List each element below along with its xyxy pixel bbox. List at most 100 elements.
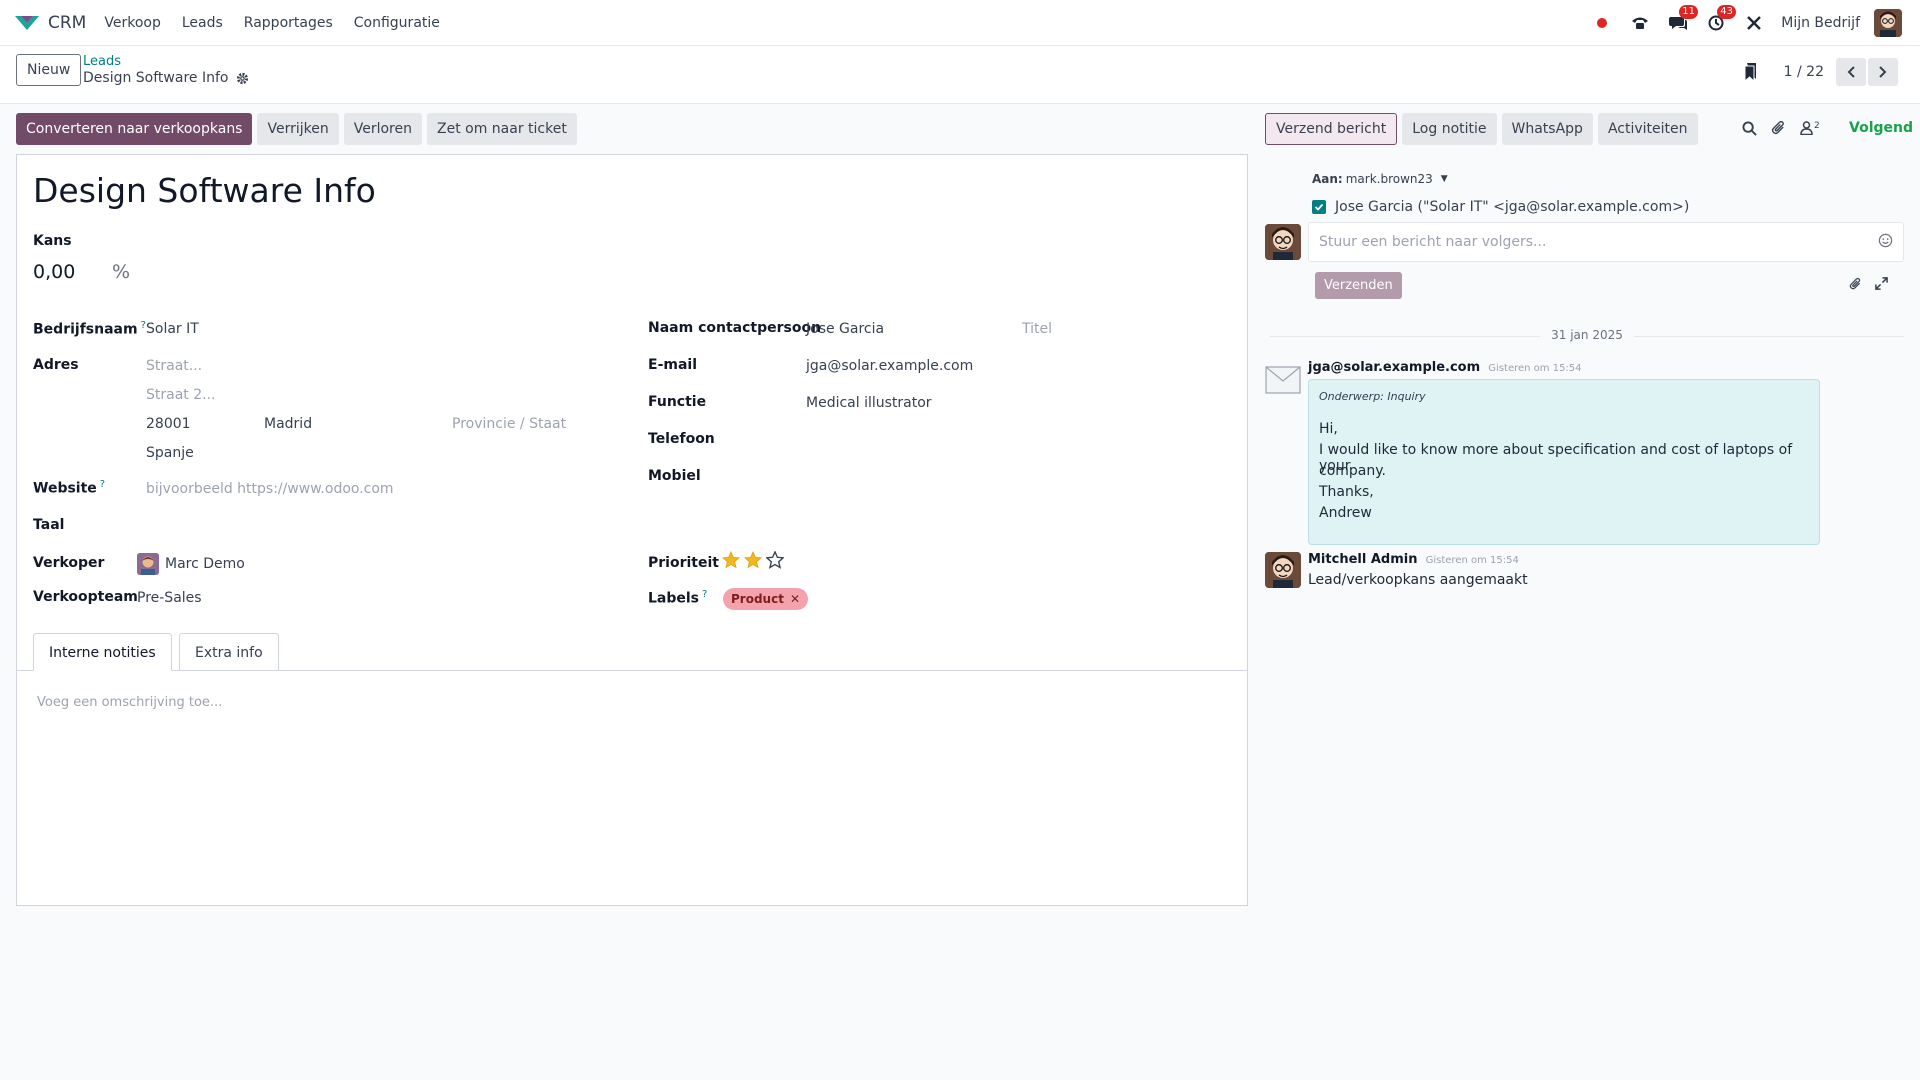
statusbar-buttons: Converteren naar verkoopkans Verrijken V…: [16, 113, 582, 145]
street-input[interactable]: Straat...: [146, 358, 202, 374]
message-line: Thanks,: [1319, 484, 1374, 500]
salesperson-label: Verkoper: [33, 555, 105, 571]
email-label: E-mail: [648, 357, 698, 373]
composer-avatar: [1265, 224, 1301, 260]
lost-button[interactable]: Verloren: [343, 113, 422, 145]
priority-widget: [722, 551, 788, 569]
message-author[interactable]: jga@solar.example.com: [1308, 360, 1480, 375]
message-header: Mitchell Admin Gisteren om 15:54: [1308, 552, 1519, 567]
menu-item-rapportages[interactable]: Rapportages: [244, 15, 333, 31]
new-button[interactable]: Nieuw: [16, 54, 82, 86]
email-field[interactable]: jga@solar.example.com: [806, 358, 973, 374]
company-name-field[interactable]: Solar IT: [146, 321, 199, 337]
gear-icon[interactable]: [236, 72, 249, 85]
record-indicator-icon[interactable]: [1591, 12, 1613, 34]
pager-next-button[interactable]: [1868, 58, 1898, 86]
tab-internal-notes[interactable]: Interne notities: [33, 633, 172, 671]
zip-input[interactable]: 28001: [146, 416, 191, 432]
tools-icon[interactable]: [1743, 12, 1765, 34]
message-subject: Onderwerp: Inquiry: [1319, 390, 1426, 403]
message-author[interactable]: Mitchell Admin: [1308, 552, 1417, 567]
help-tooltip-icon[interactable]: ?: [100, 479, 105, 490]
message-line: company.: [1319, 463, 1386, 479]
whatsapp-button[interactable]: WhatsApp: [1501, 113, 1593, 145]
send-message-button[interactable]: Verzend bericht: [1265, 113, 1398, 145]
composer-input[interactable]: Stuur een bericht naar volgers...: [1319, 234, 1546, 250]
chevron-right-icon: [1879, 66, 1887, 78]
email-envelope-icon: [1265, 366, 1301, 394]
tag-badge: Product ✕: [723, 588, 809, 610]
tag-remove-icon[interactable]: ✕: [790, 588, 800, 610]
probability-unit: %: [112, 261, 131, 283]
message-author-avatar: [1265, 552, 1301, 588]
messages-icon[interactable]: 11: [1667, 5, 1698, 34]
followers-count: 2: [1814, 121, 1820, 131]
help-tooltip-icon[interactable]: ?: [702, 589, 707, 600]
tab-extra-info[interactable]: Extra info: [179, 633, 279, 671]
star-empty-icon[interactable]: [766, 551, 784, 569]
send-button[interactable]: Verzenden: [1315, 272, 1402, 299]
notebook-tabs: Interne notities Extra info: [17, 633, 1247, 671]
date-label: 31 jan 2025: [1551, 328, 1623, 342]
composer-attachment-icon[interactable]: [1849, 277, 1862, 295]
website-input[interactable]: bijvoorbeeld https://www.odoo.com: [146, 481, 394, 497]
expand-composer-icon[interactable]: [1875, 277, 1888, 294]
message-header: jga@solar.example.com Gisteren om 15:54: [1308, 360, 1582, 375]
lead-title[interactable]: Design Software Info: [33, 171, 376, 210]
function-label: Functie: [648, 394, 707, 410]
caret-down-icon[interactable]: ▼: [1441, 174, 1448, 184]
company-switcher[interactable]: Mijn Bedrijf: [1781, 15, 1860, 31]
menu-item-leads[interactable]: Leads: [182, 15, 223, 31]
menu-item-configuratie[interactable]: Configuratie: [354, 15, 440, 31]
log-note-button[interactable]: Log notitie: [1402, 113, 1497, 145]
app-name: CRM: [48, 12, 87, 33]
probability-input[interactable]: 0,00: [33, 261, 75, 283]
phone-icon[interactable]: [1629, 12, 1651, 34]
message-line: Hi,: [1319, 421, 1338, 437]
language-label: Taal: [33, 517, 65, 533]
systray: 11 43 Mijn Bedrijf: [1591, 0, 1920, 46]
star-filled-icon[interactable]: [722, 551, 740, 569]
message-composer[interactable]: Stuur een bericht naar volgers...: [1308, 222, 1904, 262]
sales-team-field[interactable]: Pre-Sales: [137, 590, 202, 606]
state-select[interactable]: Provincie / Staat: [452, 416, 566, 432]
star-filled-icon[interactable]: [744, 551, 762, 569]
user-avatar[interactable]: [1874, 9, 1902, 37]
recipient-label: Jose Garcia ("Solar IT" <jga@solar.examp…: [1335, 199, 1690, 215]
contact-title-select[interactable]: Titel: [1022, 321, 1052, 337]
function-field[interactable]: Medical illustrator: [806, 395, 932, 411]
breadcrumb-parent[interactable]: Leads: [83, 54, 121, 69]
form-sheet: Design Software Info Kans 0,00 % Bedrijf…: [16, 154, 1248, 906]
top-navbar: CRM Verkoop Leads Rapportages Configurat…: [0, 0, 1920, 46]
activities-button[interactable]: Activiteiten: [1597, 113, 1698, 145]
address-label: Adres: [33, 357, 79, 373]
labels-label: Labels?: [648, 589, 707, 607]
suggested-recipient[interactable]: Jose Garcia ("Solar IT" <jga@solar.examp…: [1312, 199, 1689, 215]
search-icon[interactable]: [1742, 120, 1757, 136]
attachment-icon[interactable]: [1771, 120, 1786, 136]
following-button[interactable]: Volgend: [1849, 120, 1913, 136]
convert-to-opportunity-button[interactable]: Converteren naar verkoopkans: [16, 113, 253, 145]
description-editor[interactable]: Voeg een omschrijving toe...: [37, 695, 222, 710]
street2-input[interactable]: Straat 2...: [146, 387, 216, 403]
recipient-checkbox[interactable]: [1312, 200, 1326, 214]
mobile-label: Mobiel: [648, 468, 701, 484]
enrich-button[interactable]: Verrijken: [257, 113, 339, 145]
activities-clock-icon[interactable]: 43: [1705, 5, 1736, 34]
city-input[interactable]: Madrid: [264, 416, 312, 432]
message-body: Lead/verkoopkans aangemaakt: [1308, 572, 1528, 588]
pager-previous-button[interactable]: [1836, 58, 1866, 86]
emoji-icon[interactable]: [1878, 233, 1893, 252]
bookmark-icon[interactable]: [1744, 63, 1758, 81]
convert-to-ticket-button[interactable]: Zet om naar ticket: [426, 113, 577, 145]
message-line: Andrew: [1319, 505, 1372, 521]
salesperson-field[interactable]: Marc Demo: [137, 553, 245, 575]
menu-item-verkoop[interactable]: Verkoop: [104, 15, 161, 31]
breadcrumb-current: Design Software Info: [83, 70, 249, 86]
contact-name-field[interactable]: Jose Garcia: [806, 321, 884, 337]
followers-button[interactable]: 2: [1800, 121, 1834, 135]
app-brand[interactable]: CRM: [14, 13, 86, 33]
salesperson-avatar: [137, 553, 159, 575]
pager-value[interactable]: 1 / 22: [1784, 64, 1824, 80]
country-select[interactable]: Spanje: [146, 445, 194, 461]
